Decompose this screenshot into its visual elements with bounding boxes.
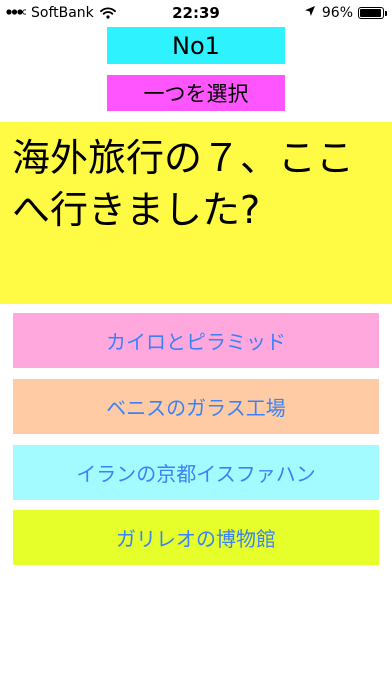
choice-button-3[interactable]: イランの京都イスファハン <box>13 445 379 500</box>
battery-percent: 96% <box>321 5 353 21</box>
question-text: 海外旅行の７、ここへ行きました? <box>0 122 392 304</box>
choice-button-1[interactable]: カイロとピラミッド <box>13 313 379 368</box>
battery-icon <box>358 7 387 19</box>
status-bar: SoftBank 22:39 96% <box>0 0 392 28</box>
choice-button-4[interactable]: ガリレオの博物館 <box>13 510 379 565</box>
question-number-label: No1 <box>107 27 285 64</box>
choice-button-2[interactable]: ベニスのガラス工場 <box>13 379 379 434</box>
status-bar-right: 96% <box>304 5 387 21</box>
location-arrow-icon <box>304 5 316 21</box>
selection-mode-label: 一つを選択 <box>107 75 285 111</box>
